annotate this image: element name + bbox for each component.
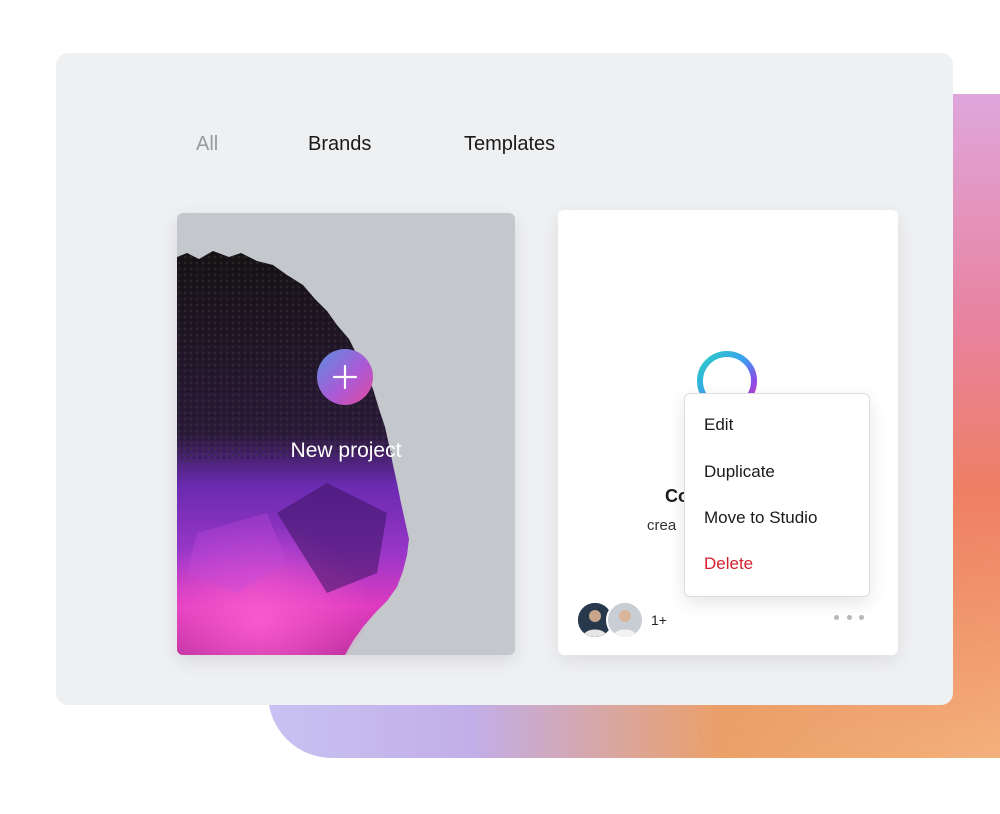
new-project-label: New project <box>290 439 402 462</box>
add-project-button[interactable] <box>317 349 373 405</box>
tab-brands[interactable]: Brands <box>308 133 371 156</box>
more-options-button[interactable] <box>834 610 864 624</box>
menu-item-edit[interactable]: Edit <box>704 415 733 435</box>
rock-artwork-image <box>177 251 409 655</box>
menu-item-move-to-studio[interactable]: Move to Studio <box>704 508 817 528</box>
tab-templates[interactable]: Templates <box>464 133 555 156</box>
collaborators-count: 1+ <box>651 612 667 628</box>
person-avatar-icon <box>608 603 642 637</box>
avatar <box>606 601 644 639</box>
menu-item-duplicate[interactable]: Duplicate <box>704 462 775 482</box>
ellipsis-icon <box>834 614 839 620</box>
project-subtitle: crea <box>647 517 677 534</box>
new-project-card[interactable]: New project <box>177 213 515 655</box>
tab-all[interactable]: All <box>196 133 218 156</box>
ellipsis-icon <box>846 614 852 620</box>
ellipsis-icon <box>859 614 864 620</box>
project-context-menu: Edit Duplicate Move to Studio Delete <box>684 393 870 597</box>
plus-icon <box>332 364 358 390</box>
menu-item-delete[interactable]: Delete <box>704 554 753 574</box>
